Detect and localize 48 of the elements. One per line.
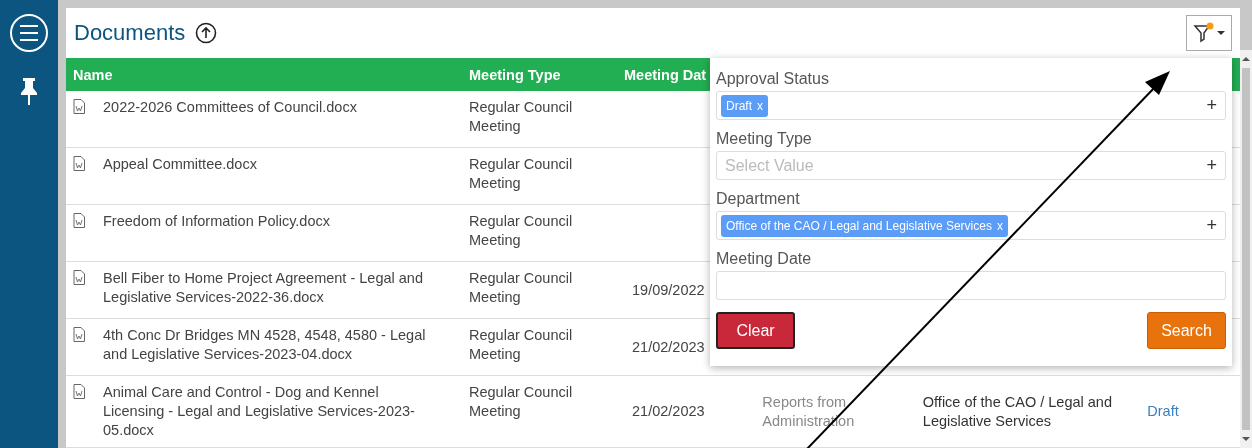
field-label: Approval Status <box>716 70 830 88</box>
select-field[interactable]: Draft x + <box>716 91 1226 120</box>
add-button[interactable]: + <box>1206 155 1221 176</box>
document-icon <box>73 156 85 171</box>
select-field[interactable]: Select Value + <box>716 151 1226 180</box>
file-name[interactable]: Animal Care and Control - Dog and Kennel Licensing - Legal and Legislative Services-2023-05.docx <box>103 383 451 440</box>
file-name[interactable]: 4th Conc Dr Bridges MN 4528, 4548, 4580 - Legal and Legislative Services-2023-04.docx <box>103 326 451 364</box>
meeting-date: 19/09/2022 <box>632 280 706 300</box>
meeting-type: Regular Council Meeting <box>469 383 574 421</box>
meeting-type: Regular Council Meeting <box>469 155 574 193</box>
menu-button[interactable] <box>9 13 49 53</box>
meeting-type: Regular Council Meeting <box>469 98 574 136</box>
date-field[interactable] <box>716 271 1226 300</box>
pin-icon[interactable] <box>20 77 38 105</box>
file-name[interactable]: Bell Fiber to Home Project Agreement - Legal and Legislative Services-2022-36.docx <box>103 269 451 307</box>
file-name[interactable]: Freedom of Information Policy.docx <box>103 212 451 231</box>
add-button[interactable]: + <box>1206 95 1221 116</box>
clear-button[interactable]: Clear <box>716 312 795 349</box>
select-field[interactable]: Office of the CAO / Legal and Legislative Services x + <box>716 211 1226 240</box>
upload-icon[interactable] <box>195 22 218 44</box>
placeholder-text: Select Value <box>724 156 814 175</box>
meeting-type: Regular Council Meeting <box>469 212 574 250</box>
document-icon <box>73 384 85 399</box>
document-icon <box>73 327 85 342</box>
filter-tag: Office of the CAO / Legal and Legislative Services x <box>721 214 1008 237</box>
document-icon <box>73 270 85 285</box>
add-button[interactable]: + <box>1206 215 1221 236</box>
field-label: Department <box>716 190 801 208</box>
meeting-date: 21/02/2023 <box>632 402 706 421</box>
document-icon <box>73 213 85 228</box>
meeting-type: Regular Council Meeting <box>469 326 574 364</box>
document-icon <box>73 99 85 114</box>
scroll-down-icon[interactable] <box>1242 436 1250 442</box>
status-link[interactable]: Draft <box>1147 402 1240 421</box>
field-label: Meeting Date <box>716 250 813 268</box>
caret-icon <box>1217 30 1225 36</box>
table-cell-text: Office of the CAO / Legal and Legislative Services <box>922 392 1113 431</box>
page-title: Documents <box>74 20 186 46</box>
file-name[interactable]: Appeal Committee.docx <box>103 155 451 174</box>
meeting-date: 21/02/2023 <box>632 337 706 357</box>
filter-icon <box>1193 22 1215 44</box>
filter-tag: Draft x <box>721 94 768 117</box>
file-name[interactable]: 2022-2026 Committees of Council.docx <box>103 98 451 117</box>
scrollbar[interactable] <box>1240 50 1252 448</box>
meeting-type: Regular Council Meeting <box>469 269 574 307</box>
scroll-up-icon[interactable] <box>1242 56 1250 62</box>
filter-button[interactable] <box>1186 15 1232 51</box>
field-label: Meeting Type <box>716 130 813 148</box>
